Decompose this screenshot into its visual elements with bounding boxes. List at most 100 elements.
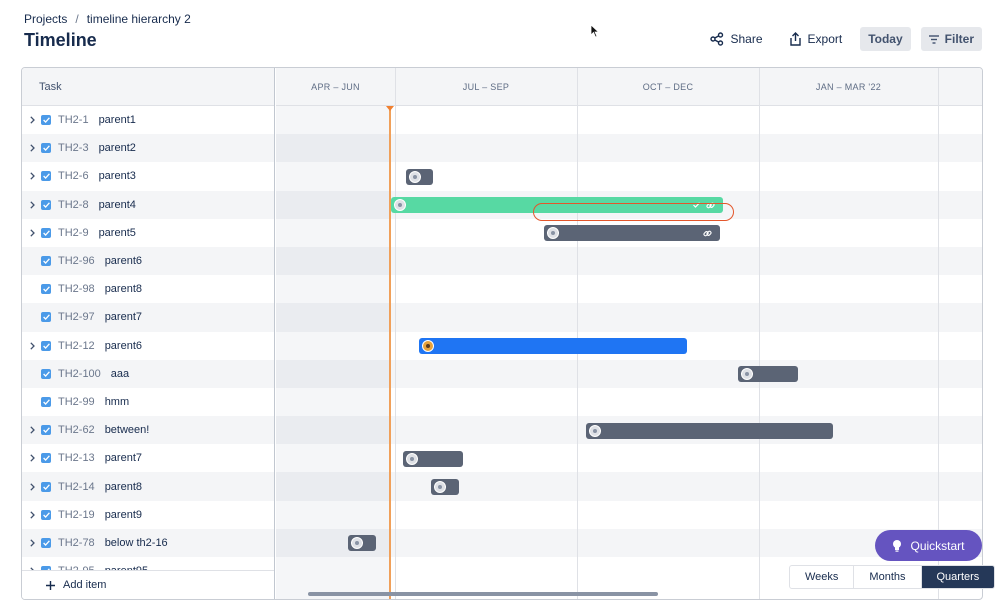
add-item-button[interactable]: Add item [22,570,274,599]
chevron-right-icon[interactable] [24,116,40,124]
export-icon [789,32,801,46]
task-name[interactable]: parent5 [99,227,136,239]
task-name[interactable]: parent3 [99,170,136,182]
task-name[interactable]: parent9 [105,509,142,521]
add-item-label: Add item [63,579,107,591]
quarter-label: JAN – MAR '22 [815,82,882,92]
task-type-checkbox-icon [41,284,51,295]
timeline-bar[interactable] [544,225,720,241]
quarter-divider [577,68,578,599]
task-key[interactable]: TH2-78 [58,537,95,549]
task-key[interactable]: TH2-99 [58,396,95,408]
task-row[interactable]: TH2-8 parent4 [22,190,274,219]
task-row[interactable]: TH2-98 parent8 [22,275,274,303]
timeline-bar[interactable] [348,535,376,551]
task-type-checkbox-icon [41,199,51,210]
horizontal-scrollbar[interactable] [308,592,658,596]
task-key[interactable]: TH2-13 [58,452,95,464]
task-list: TH2-1 parent1 TH2-3 parent2 TH2-6 parent3 TH2-… [22,106,274,585]
task-name[interactable]: parent6 [105,340,142,352]
task-type-checkbox-icon [41,537,51,548]
timeline-chart: APR – JUN JUL – SEP OCT – DEC JAN – MAR … [276,68,982,599]
task-name[interactable]: aaa [111,368,129,380]
task-key[interactable]: TH2-1 [58,114,89,126]
chevron-right-icon[interactable] [24,539,40,547]
task-type-checkbox-icon [41,340,51,351]
task-key[interactable]: TH2-8 [58,199,89,211]
task-key[interactable]: TH2-19 [58,509,95,521]
task-key[interactable]: TH2-6 [58,170,89,182]
export-button[interactable]: Export [781,27,851,51]
task-row[interactable]: TH2-62 between! [22,416,274,445]
share-button[interactable]: Share [702,27,770,51]
chevron-right-icon[interactable] [24,511,40,519]
timeline-bar[interactable] [738,366,798,382]
task-row[interactable]: TH2-13 parent7 [22,444,274,472]
task-row[interactable]: TH2-1 parent1 [22,106,274,134]
task-row[interactable]: TH2-9 parent5 [22,219,274,247]
task-key[interactable]: TH2-62 [58,424,95,436]
quarter-label: OCT – DEC [642,82,694,92]
task-row[interactable]: TH2-100 aaa [22,359,274,388]
today-marker [389,106,391,599]
task-name[interactable]: parent7 [105,452,142,464]
timeline-bar[interactable] [403,451,463,467]
avatar-icon [406,453,418,465]
task-name[interactable]: below th2-16 [105,537,168,549]
task-key[interactable]: TH2-9 [58,227,89,239]
task-key[interactable]: TH2-3 [58,142,89,154]
task-name[interactable]: parent4 [99,199,136,211]
chevron-right-icon[interactable] [24,482,40,491]
task-row[interactable]: TH2-6 parent3 [22,162,274,190]
task-key[interactable]: TH2-98 [58,283,95,295]
filter-icon [928,34,939,44]
task-header: Task [22,68,274,106]
timeline-bar[interactable] [586,423,833,439]
task-row[interactable]: TH2-99 hmm [22,388,274,416]
task-name[interactable]: parent2 [99,142,136,154]
task-key[interactable]: TH2-14 [58,481,95,493]
filter-button[interactable]: Filter [920,27,982,51]
chevron-right-icon[interactable] [24,200,40,209]
user-avatar-icon [422,340,434,352]
quarter-header: APR – JUN JUL – SEP OCT – DEC JAN – MAR … [276,68,982,106]
chevron-right-icon[interactable] [24,144,40,152]
quarter-label: APR – JUN [311,82,360,92]
chevron-right-icon[interactable] [24,426,40,434]
breadcrumb: Projects / timeline hierarchy 2 [24,12,191,26]
task-row[interactable]: TH2-12 parent6 [22,332,274,360]
task-name[interactable]: parent6 [105,255,142,267]
task-row[interactable]: TH2-96 parent6 [22,246,274,276]
task-row[interactable]: TH2-14 parent8 [22,472,274,501]
chevron-right-icon[interactable] [24,229,40,237]
task-name[interactable]: parent8 [105,481,142,493]
view-weeks-button[interactable]: Weeks [790,566,855,588]
task-row[interactable]: TH2-78 below th2-16 [22,528,274,557]
quickstart-button[interactable]: Quickstart [875,530,982,561]
task-row[interactable]: TH2-97 parent7 [22,303,274,332]
task-name[interactable]: hmm [105,396,129,408]
timeline-bar[interactable] [431,479,459,495]
timeline-bar[interactable] [406,169,433,185]
breadcrumb-projects[interactable]: Projects [24,12,67,26]
view-months-button[interactable]: Months [854,566,922,588]
task-row[interactable]: TH2-3 parent2 [22,134,274,163]
task-name[interactable]: parent8 [105,283,142,295]
task-row[interactable]: TH2-19 parent9 [22,501,274,529]
breadcrumb-project[interactable]: timeline hierarchy 2 [87,12,191,26]
dependency-link[interactable] [533,203,734,221]
task-name[interactable]: parent7 [105,311,142,323]
chevron-right-icon[interactable] [24,341,40,350]
task-key[interactable]: TH2-100 [58,368,101,380]
chevron-right-icon[interactable] [24,172,40,181]
view-quarters-button[interactable]: Quarters [921,566,995,588]
task-key[interactable]: TH2-12 [58,340,95,352]
task-name[interactable]: between! [105,424,150,436]
timeline-bar[interactable] [419,338,687,354]
task-key[interactable]: TH2-96 [58,255,95,267]
today-button[interactable]: Today [860,27,911,51]
chevron-right-icon[interactable] [24,454,40,463]
task-name[interactable]: parent1 [99,114,136,126]
task-key[interactable]: TH2-97 [58,311,95,323]
task-type-checkbox-icon [41,481,51,492]
